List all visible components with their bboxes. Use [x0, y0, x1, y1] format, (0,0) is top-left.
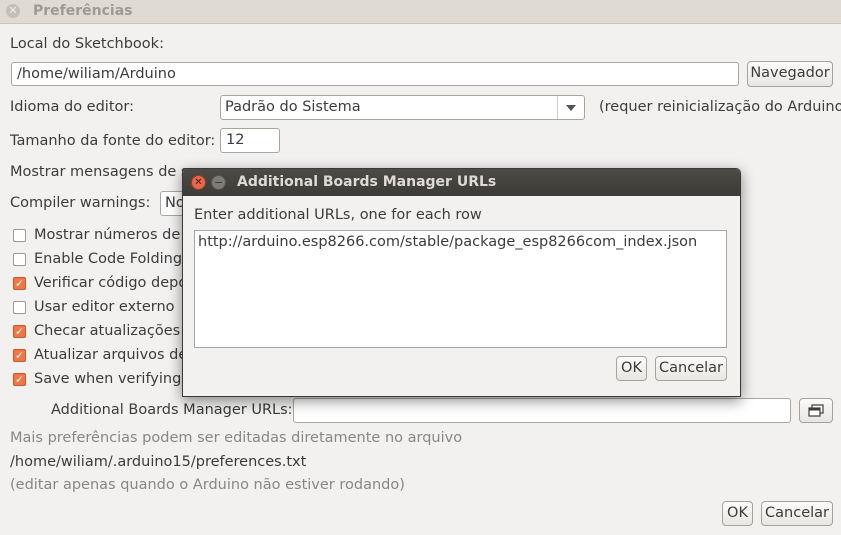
window-title: Preferências: [33, 3, 133, 19]
urls-textarea[interactable]: http://arduino.esp8266.com/stable/packag…: [194, 230, 727, 348]
verify-after-upload-checkbox[interactable]: ✓: [13, 277, 26, 290]
update-sketch-files-label: Atualizar arquivos de s: [34, 347, 200, 363]
editor-language-label: Idioma do editor:: [10, 99, 134, 115]
verify-after-upload-label: Verificar código depo: [34, 275, 188, 291]
prefs-file-path: /home/wiliam/.arduino15/preferences.txt: [10, 454, 307, 470]
ok-button[interactable]: OK: [722, 501, 753, 526]
sketchbook-path-input[interactable]: /home/wiliam/Arduino: [11, 62, 739, 86]
window-close-icon[interactable]: ✕: [6, 4, 20, 18]
check-updates-label: Checar atualizações a: [34, 323, 194, 339]
dialog-close-icon[interactable]: ✕: [191, 175, 206, 190]
dialog-title: Additional Boards Manager URLs: [237, 174, 497, 190]
window-list-icon: [808, 404, 824, 417]
save-when-verifying-label: Save when verifying o: [34, 371, 195, 387]
check-updates-checkbox[interactable]: ✓: [13, 325, 26, 338]
more-prefs-text: Mais preferências podem ser editadas dir…: [10, 430, 463, 446]
font-size-label: Tamanho da fonte do editor:: [10, 133, 216, 149]
verbose-output-label: Mostrar mensagens de sa: [10, 164, 198, 180]
chevron-down-icon: [557, 96, 584, 119]
urls-text: http://arduino.esp8266.com/stable/packag…: [198, 234, 698, 250]
line-numbers-label: Mostrar números de l: [34, 227, 189, 243]
browse-button[interactable]: Navegador: [747, 61, 833, 87]
cancel-button[interactable]: Cancelar: [761, 501, 833, 526]
dialog-ok-button[interactable]: OK: [616, 356, 647, 381]
editor-language-value: Padrão do Sistema: [225, 99, 361, 115]
boards-urls-label: Additional Boards Manager URLs:: [51, 402, 293, 418]
dialog-minimize-icon[interactable]: [211, 175, 226, 190]
sketchbook-label: Local do Sketchbook:: [10, 36, 164, 52]
external-editor-label: Usar editor externo: [34, 299, 175, 315]
font-size-input[interactable]: 12: [220, 128, 280, 153]
dialog-cancel-button[interactable]: Cancelar: [655, 356, 727, 381]
code-folding-label: Enable Code Folding: [34, 251, 183, 267]
editor-language-select[interactable]: Padrão do Sistema: [220, 95, 585, 120]
boards-urls-input[interactable]: [293, 398, 791, 423]
boards-urls-dialog: ✕ Additional Boards Manager URLs Enter a…: [182, 168, 741, 397]
line-numbers-checkbox[interactable]: [13, 229, 26, 242]
dialog-instruction: Enter additional URLs, one for each row: [194, 207, 482, 223]
open-urls-editor-button[interactable]: [799, 398, 833, 423]
external-editor-checkbox[interactable]: [13, 301, 26, 314]
save-when-verifying-checkbox[interactable]: ✓: [13, 373, 26, 386]
code-folding-checkbox[interactable]: [13, 253, 26, 266]
restart-note: (requer reinicialização do Arduino): [599, 99, 841, 115]
edit-note-text: (editar apenas quando o Arduino não esti…: [10, 477, 405, 493]
compiler-warnings-label: Compiler warnings:: [10, 195, 151, 211]
update-sketch-files-checkbox[interactable]: ✓: [13, 349, 26, 362]
